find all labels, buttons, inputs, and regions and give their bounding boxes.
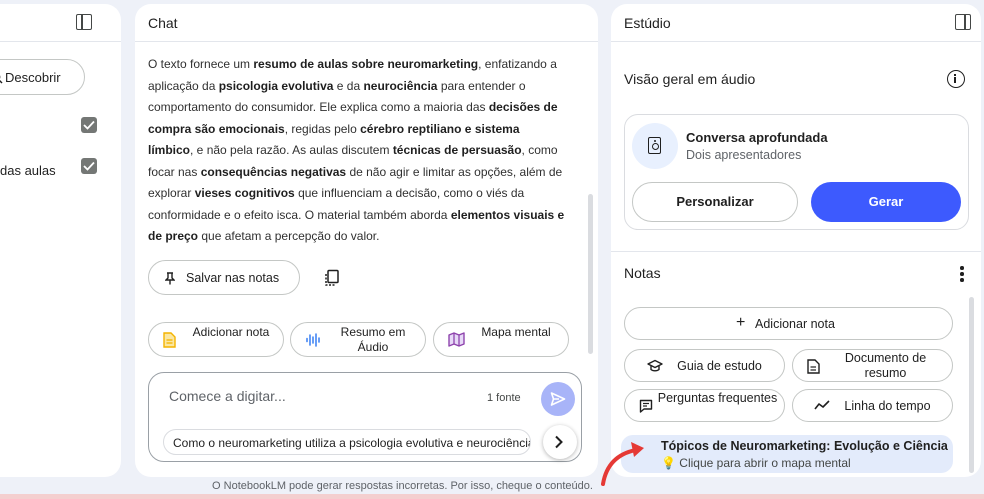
chat-text-bold: resumo de aulas sobre neuromarketing	[253, 57, 479, 71]
info-icon[interactable]	[947, 70, 965, 88]
audio-overview-card: Conversa aprofundada Dois apresentadores…	[624, 114, 969, 230]
audio-summary-chip-label: Resumo em Áudio	[340, 325, 406, 354]
note-subtitle-text: Clique para abrir o mapa mental	[679, 456, 851, 470]
sources-header	[0, 4, 121, 42]
add-note-chip-label: Adicionar nota	[192, 325, 270, 339]
collapse-panel-icon[interactable]	[955, 14, 971, 30]
copy-icon[interactable]	[323, 269, 341, 287]
note-subtitle: 💡 Clique para abrir o mapa mental	[661, 456, 851, 470]
timeline-icon	[814, 400, 830, 410]
discover-search-icon	[0, 75, 3, 84]
chat-text-bold: neurociência	[363, 78, 438, 93]
faq-icon	[639, 399, 653, 413]
save-to-notes-button[interactable]: Salvar nas notas	[148, 260, 300, 295]
studio-scrollbar[interactable]	[969, 297, 974, 473]
add-note-chip[interactable]: Adicionar nota	[148, 322, 284, 357]
studio-panel: Estúdio Visão geral em áudio Conversa ap…	[611, 4, 981, 477]
check-icon	[83, 161, 95, 171]
plus-icon: +	[736, 314, 746, 331]
studio-title: Estúdio	[624, 15, 671, 31]
chat-title: Chat	[148, 15, 178, 31]
send-icon	[550, 392, 566, 406]
add-note-label: Adicionar nota	[755, 317, 835, 331]
chat-composer: Comece a digitar... 1 fonte Como o neuro…	[148, 372, 582, 462]
audio-card-subtitle: Dois apresentadores	[686, 148, 802, 162]
send-button[interactable]	[541, 382, 575, 416]
chat-text: , e não pela razão. As aulas discutem	[190, 143, 393, 157]
timeline-label: Linha do tempo	[844, 399, 931, 413]
footer-disclaimer: O NotebookLM pode gerar respostas incorr…	[212, 480, 593, 492]
mind-map-chip[interactable]: Mapa mental	[433, 322, 569, 357]
select-all-checkbox[interactable]	[81, 117, 97, 133]
source-item-checkbox[interactable]	[81, 158, 97, 174]
chat-response-text: O texto fornece um resumo de aulas sobre…	[148, 54, 568, 248]
map-icon	[448, 332, 465, 347]
audio-wave-icon	[306, 333, 320, 347]
faq-button[interactable]: Perguntas frequentes	[624, 389, 785, 422]
more-options-icon[interactable]	[960, 266, 964, 284]
study-guide-label: Guia de estudo	[677, 359, 762, 373]
sources-panel: Descobrir das aulas	[0, 4, 121, 477]
timeline-button[interactable]: Linha do tempo	[792, 389, 953, 422]
study-guide-button[interactable]: Guia de estudo	[624, 349, 785, 382]
audio-summary-chip[interactable]: Resumo em Áudio	[290, 322, 426, 357]
faq-label: Perguntas frequentes	[657, 391, 778, 405]
chat-header: Chat	[135, 4, 598, 42]
speaker-badge	[632, 123, 678, 169]
mind-map-chip-label: Mapa mental	[481, 325, 551, 339]
chat-text-bold: psicologia evolutiva	[218, 78, 334, 93]
generate-button[interactable]: Gerar	[811, 182, 961, 222]
pin-icon	[165, 272, 175, 285]
document-icon	[807, 359, 820, 374]
audio-overview-title: Visão geral em áudio	[624, 71, 756, 87]
mind-map-note-card[interactable]: Tópicos de Neuromarketing: Evolução e Ci…	[621, 435, 953, 473]
collapse-panel-icon[interactable]	[76, 14, 92, 30]
discover-button[interactable]: Descobrir	[0, 59, 85, 95]
notes-title: Notas	[624, 265, 661, 281]
chat-text-bold: técnicas de persuasão	[392, 143, 522, 157]
chat-text-bold: consequências negativas	[200, 164, 347, 179]
next-suggestion-button[interactable]	[543, 425, 577, 459]
check-icon	[83, 120, 95, 130]
chat-text: , regidas pelo	[284, 121, 361, 136]
chat-panel: Chat O texto fornece um resumo de aulas …	[135, 4, 598, 477]
customize-button[interactable]: Personalizar	[632, 182, 798, 222]
chat-input[interactable]: Comece a digitar...	[169, 388, 286, 404]
discover-label: Descobrir	[5, 70, 61, 85]
save-to-notes-label: Salvar nas notas	[186, 271, 280, 285]
chat-text: que afetam a percepção do valor.	[198, 229, 380, 243]
summary-document-label: Documento de resumo	[844, 351, 927, 380]
source-item-label: das aulas	[0, 163, 56, 178]
speaker-icon	[648, 137, 661, 154]
source-count: 1 fonte	[487, 392, 521, 404]
note-title: Tópicos de Neuromarketing: Evolução e Ci…	[661, 439, 948, 453]
chat-scrollbar[interactable]	[588, 194, 593, 354]
suggested-question-label: Como o neuromarketing utiliza a psicolog…	[173, 436, 531, 450]
summary-document-button[interactable]: Documento de resumo	[792, 349, 953, 382]
audio-card-title: Conversa aprofundada	[686, 130, 828, 145]
chevron-right-icon	[555, 435, 563, 449]
chat-text: e da	[333, 78, 364, 93]
lightbulb-icon: 💡	[661, 456, 676, 470]
note-icon	[163, 332, 176, 348]
studio-header: Estúdio	[611, 4, 981, 42]
suggested-question-chip[interactable]: Como o neuromarketing utiliza a psicolog…	[163, 429, 531, 455]
chat-text: O texto fornece um	[148, 57, 254, 71]
add-note-button[interactable]: + Adicionar nota	[624, 307, 953, 340]
chat-text-bold: vieses cognitivos	[194, 186, 295, 200]
window-edge	[0, 494, 984, 499]
divider	[611, 251, 981, 252]
